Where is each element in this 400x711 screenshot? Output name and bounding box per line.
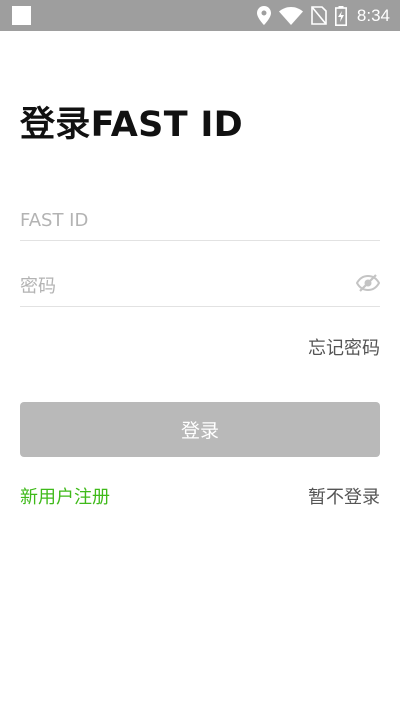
forgot-password-link[interactable]: 忘记密码 [308,334,380,360]
wifi-icon [278,6,303,25]
location-pin-icon [256,6,271,25]
status-time: 8:34 [356,5,390,25]
skip-login-link[interactable]: 暂不登录 [308,483,380,509]
notification-square-icon [12,6,31,25]
status-bar: 8:34 [0,0,400,31]
register-link[interactable]: 新用户注册 [20,483,110,509]
login-button[interactable]: 登录 [20,402,380,457]
page-title: 登录FAST ID [20,105,244,145]
no-sim-icon [311,6,327,25]
status-icons: 8:34 [256,0,390,31]
fastid-input[interactable] [20,200,340,240]
eye-off-icon[interactable] [356,270,380,296]
password-field [20,266,380,307]
password-input[interactable] [20,266,340,306]
fastid-field [20,200,380,241]
battery-charging-icon [334,5,347,26]
